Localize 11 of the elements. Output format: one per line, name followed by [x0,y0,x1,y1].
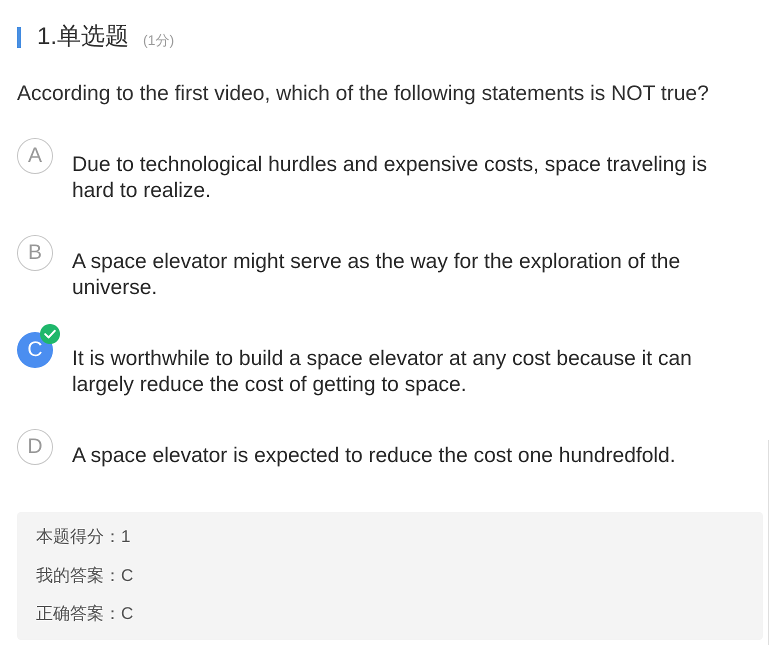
score-label: (1分) [143,31,174,50]
option-text: A space elevator might serve as the way for the exploration of the universe. [72,249,682,301]
result-line: 本题得分：1 [36,526,132,548]
option-text: It is worthwhile to build a space elevator at any cost because it can largely reduce the cost of getting to space. [72,346,693,398]
accent-bar [17,26,21,48]
result-line: 正确答案：C [36,603,134,625]
question-text: According to the first video, which of the following statements is NOT true? [17,81,710,107]
option-text: A space elevator is expected to reduce the cost one hundredfold. [72,443,677,469]
question-type-title: 1.单选题 [37,22,130,52]
result-line: 我的答案：C [36,564,134,586]
option-text: Due to technological hurdles and expensive costs, space traveling is hard to realize. [72,152,708,204]
